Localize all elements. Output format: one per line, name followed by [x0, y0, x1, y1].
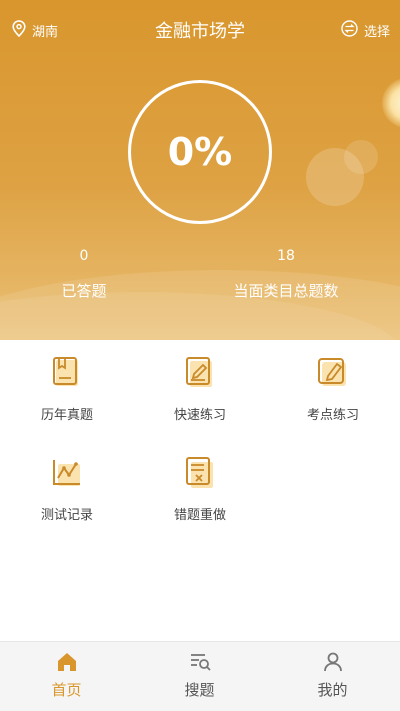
menu-item-past-exams[interactable]: 历年真题	[0, 340, 134, 440]
chart-record-icon	[50, 456, 84, 490]
search-list-icon	[189, 651, 211, 673]
tab-label: 我的	[317, 681, 348, 699]
menu-item-label: 错题重做	[173, 508, 226, 523]
answered-stat: 0 已答题	[44, 248, 124, 301]
menu-item-label: 历年真题	[40, 408, 93, 423]
bokeh-light	[344, 140, 378, 174]
tab-mine[interactable]: 我的	[266, 642, 399, 711]
total-stat: 18 当面类目总题数	[216, 248, 356, 301]
menu-item-wrong-redo[interactable]: 错题重做	[133, 440, 267, 540]
pencil-pad-icon	[316, 356, 350, 390]
answered-label: 已答题	[61, 282, 107, 300]
top-bar: 湖南 金融市场学 选择	[0, 0, 400, 60]
progress-ring: 0%	[128, 80, 272, 224]
tab-search[interactable]: 搜题	[133, 642, 266, 711]
total-label: 当面类目总题数	[233, 282, 339, 300]
tab-label: 首页	[51, 681, 82, 699]
edit-note-icon	[183, 356, 217, 390]
user-icon	[322, 651, 344, 673]
bokeh-light	[382, 78, 400, 128]
tab-home[interactable]: 首页	[0, 642, 133, 711]
answered-count: 0	[79, 248, 89, 264]
progress-percent: 0%	[167, 130, 233, 174]
home-icon	[56, 651, 78, 673]
menu-item-label: 快速练习	[173, 408, 226, 423]
tab-label: 搜题	[184, 681, 215, 699]
menu-item-label: 考点练习	[306, 408, 359, 423]
wrong-list-icon	[183, 456, 217, 490]
bottom-tab-bar: 首页 搜题 我的	[0, 641, 400, 711]
menu-item-label: 测试记录	[40, 508, 93, 523]
menu-item-topic-practice[interactable]: 考点练习	[266, 340, 400, 440]
book-icon	[50, 356, 84, 390]
menu-item-quick-practice[interactable]: 快速练习	[133, 340, 267, 440]
menu-item-test-records[interactable]: 测试记录	[0, 440, 134, 540]
subject-switch-button[interactable]: 选择	[341, 20, 390, 41]
hero-banner: 湖南 金融市场学 选择 0% 0 已答题 18 当面类目总题数	[0, 0, 400, 340]
switch-icon	[341, 20, 358, 41]
switch-label: 选择	[363, 25, 390, 40]
total-count: 18	[277, 248, 295, 264]
